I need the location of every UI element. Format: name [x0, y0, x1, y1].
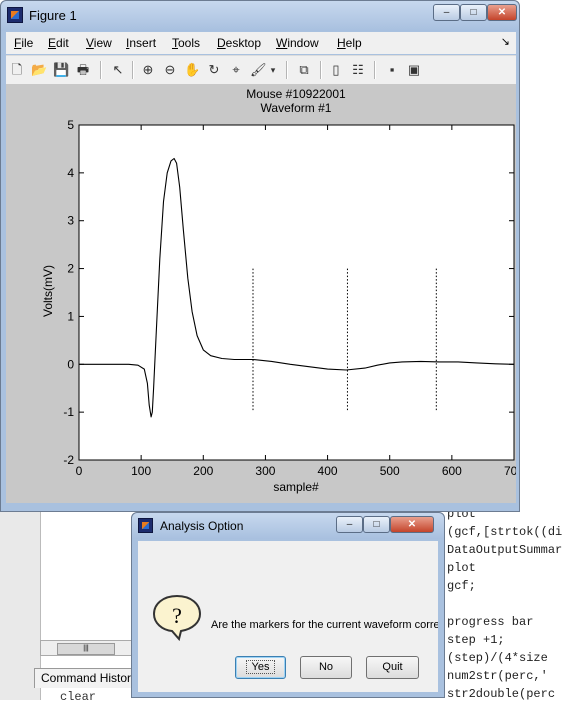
y-tick-label: 2	[67, 262, 74, 276]
dialog-titlebar[interactable]: Analysis Option – □ ✕	[132, 513, 444, 539]
code-line: (gcf,[strtok((di	[447, 525, 563, 539]
minimize-button[interactable]: –	[433, 4, 460, 21]
code-line: step +1;	[447, 633, 505, 647]
svg-text:?: ?	[172, 603, 182, 628]
horizontal-scrollbar[interactable]: |||	[40, 640, 135, 656]
plot-area[interactable]: Mouse #10922001 Waveform #1 0 100 200 300 40…	[6, 85, 516, 503]
axes-box	[78, 124, 515, 461]
y-tick-label: 0	[67, 357, 74, 371]
dialog-title: Analysis Option	[160, 519, 244, 533]
x-tick-label: 200	[193, 464, 213, 478]
x-tick-label: 600	[442, 464, 462, 478]
dock-arrow-icon[interactable]: ↘	[501, 35, 510, 48]
show-plot-tools-icon[interactable]: ▣	[406, 62, 422, 78]
scrollbar-thumb[interactable]: |||	[57, 643, 115, 655]
data-cursor-icon[interactable]: ⌖	[228, 62, 244, 78]
code-line: str2double(perc	[447, 687, 556, 701]
y-tick-label: 4	[67, 166, 74, 180]
menu-view[interactable]: View	[86, 36, 112, 50]
x-tick-label: 100	[131, 464, 151, 478]
menu-file[interactable]: File	[14, 36, 33, 50]
figure-toolbar: 🗋 📂 💾 🖶 ↖ ⊕ ⊖ ✋ ↻ ⌖ 🖌 ▾ ⧉ ▯ ☷ ▪ ▣	[6, 55, 516, 85]
pan-hand-icon[interactable]: ✋	[184, 62, 200, 78]
menu-edit[interactable]: Edit	[48, 36, 69, 50]
dialog-body: ? Are the markers for the current wavefo…	[138, 541, 438, 692]
dialog-close-button[interactable]: ✕	[390, 516, 434, 533]
toolbar-separator	[374, 61, 376, 79]
menu-tools[interactable]: Tools	[172, 36, 200, 50]
menu-bar: File Edit View Insert Tools Desktop Wind…	[6, 32, 516, 54]
y-axis-label: Volts(mV)	[41, 265, 55, 317]
yes-button[interactable]: Yes	[235, 656, 286, 679]
brush-dropdown-icon[interactable]: ▾	[268, 62, 278, 78]
zoom-in-icon[interactable]: ⊕	[140, 62, 156, 78]
code-line: (step)/(4*size	[447, 651, 548, 665]
print-icon[interactable]: 🖶	[75, 62, 91, 78]
matlab-logo-icon	[7, 7, 23, 23]
toolbar-separator	[132, 61, 134, 79]
menu-insert[interactable]: Insert	[126, 36, 156, 50]
toolbar-separator	[320, 61, 322, 79]
x-tick-label: 400	[318, 464, 338, 478]
x-tick-label: 0	[76, 464, 83, 478]
toolbar-separator	[100, 61, 102, 79]
y-tick-label: -1	[63, 405, 74, 419]
code-line: num2str(perc,'	[447, 669, 548, 683]
chart-subtitle: Waveform #1	[261, 101, 332, 115]
analysis-option-dialog: Analysis Option – □ ✕ ? Are the markers …	[131, 512, 445, 698]
colorbar-icon[interactable]: ▯	[328, 62, 344, 78]
menu-desktop[interactable]: Desktop	[217, 36, 261, 50]
code-line: DataOutputSummar	[447, 543, 563, 557]
matlab-logo-icon	[138, 518, 153, 533]
menu-help[interactable]: Help	[337, 36, 362, 50]
quit-button[interactable]: Quit	[366, 656, 419, 679]
new-figure-icon[interactable]: 🗋	[9, 62, 25, 78]
figure-canvas: Mouse #10922001 Waveform #1 0 100 200 300 40…	[6, 85, 516, 503]
x-tick-label: 300	[255, 464, 275, 478]
y-tick-label: 3	[67, 214, 74, 228]
link-plot-icon[interactable]: ⧉	[296, 62, 312, 78]
zoom-out-icon[interactable]: ⊖	[162, 62, 178, 78]
dialog-minimize-button[interactable]: –	[336, 516, 363, 533]
y-tick-label: 5	[67, 118, 74, 132]
command-history-tab[interactable]: Command History	[34, 668, 136, 688]
y-tick-label: 1	[67, 309, 74, 323]
maximize-button[interactable]: □	[460, 4, 487, 21]
question-icon: ?	[152, 594, 202, 641]
dialog-message: Are the markers for the current waveform…	[211, 619, 438, 631]
y-tick-label: -2	[63, 453, 74, 467]
x-axis-label: sample#	[273, 480, 319, 494]
menu-window[interactable]: Window	[276, 36, 319, 50]
legend-icon[interactable]: ☷	[350, 62, 366, 78]
figure-titlebar[interactable]: Figure 1 – □ ✕	[1, 1, 519, 31]
dialog-maximize-button[interactable]: □	[363, 516, 390, 533]
open-icon[interactable]: 📂	[31, 62, 47, 78]
no-button[interactable]: No	[300, 656, 352, 679]
toolbar-separator	[286, 61, 288, 79]
brush-icon[interactable]: 🖌	[250, 62, 267, 78]
edit-plot-arrow-icon[interactable]: ↖	[110, 62, 126, 78]
figure-title: Figure 1	[29, 8, 77, 23]
x-tick-label: 500	[380, 464, 400, 478]
code-line: gcf;	[447, 579, 476, 593]
yes-button-label: Yes	[245, 660, 276, 674]
code-line: progress bar	[447, 615, 534, 629]
save-icon[interactable]: 💾	[53, 62, 69, 78]
chart-title: Mouse #10922001	[246, 87, 346, 101]
code-line: plot	[447, 561, 476, 575]
command-history-line: clear	[60, 690, 97, 704]
x-tick-label: 700	[504, 464, 516, 478]
close-button[interactable]: ✕	[487, 4, 517, 21]
rotate-3d-icon[interactable]: ↻	[206, 62, 222, 78]
figure-window: Figure 1 – □ ✕ File Edit View Insert Too…	[0, 0, 520, 512]
hide-plot-tools-icon[interactable]: ▪	[384, 62, 400, 78]
